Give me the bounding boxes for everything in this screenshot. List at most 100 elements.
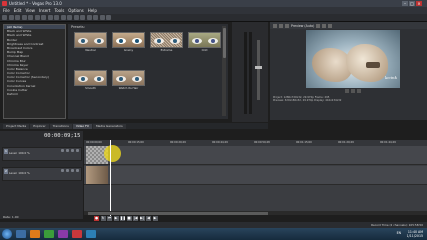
play-icon[interactable]: ▶ bbox=[113, 216, 119, 221]
track-fx-icon[interactable] bbox=[71, 169, 74, 172]
menu-edit[interactable]: Edit bbox=[14, 8, 22, 13]
overlays-icon[interactable] bbox=[316, 23, 321, 28]
preview-quality[interactable]: Preview (Auto) bbox=[291, 24, 314, 28]
menu-help[interactable]: Help bbox=[88, 8, 97, 13]
main-toolbar bbox=[0, 14, 427, 22]
paste-icon[interactable] bbox=[47, 15, 53, 20]
ripple-edit-icon[interactable] bbox=[106, 15, 111, 20]
close-button[interactable]: × bbox=[416, 1, 422, 6]
selection-tool-icon[interactable] bbox=[80, 15, 85, 20]
save-icon[interactable] bbox=[15, 15, 20, 20]
save-snapshot-icon[interactable] bbox=[328, 23, 333, 28]
record-icon[interactable]: ● bbox=[94, 216, 99, 221]
video-fx-list[interactable]: (All Items) Black and White Black and Wh… bbox=[3, 24, 66, 119]
track-number: 1 bbox=[4, 149, 8, 154]
language-indicator[interactable]: EN bbox=[397, 231, 401, 235]
playhead-cursor[interactable] bbox=[110, 140, 111, 216]
loop-icon[interactable] bbox=[345, 89, 349, 93]
go-to-start-icon[interactable]: |◀ bbox=[133, 216, 138, 221]
track-fx-icon[interactable] bbox=[71, 149, 74, 152]
preset-thumbnail[interactable]: Watch Its Hair bbox=[112, 70, 145, 91]
fx-presets-panel: Presets: Neutral Grainy Extreme Odd Smoo… bbox=[68, 24, 228, 119]
pause-icon[interactable]: ❚❚ bbox=[120, 216, 126, 221]
snapping-icon[interactable] bbox=[93, 15, 98, 20]
loop-playback-icon[interactable]: ↻ bbox=[100, 216, 106, 221]
video-track-lane-1[interactable] bbox=[84, 146, 427, 165]
stop-icon[interactable]: ■ bbox=[126, 216, 132, 221]
start-button[interactable] bbox=[2, 229, 12, 239]
mute-icon[interactable] bbox=[61, 149, 64, 152]
play-from-start-icon[interactable]: ⏮ bbox=[107, 216, 112, 221]
transport-bar: ● ↻ ⏮ ▶ ❚❚ ■ |◀ ▶| ◀ ▶ bbox=[84, 215, 427, 222]
master-fader-handle[interactable] bbox=[255, 66, 262, 69]
tab-project-media[interactable]: Project Media bbox=[3, 124, 30, 129]
next-frame-icon[interactable]: ▶ bbox=[152, 216, 158, 221]
video-track-lane-2[interactable] bbox=[84, 166, 427, 185]
undo-icon[interactable] bbox=[54, 15, 59, 20]
media-taskbar-icon[interactable] bbox=[44, 230, 54, 238]
open-icon[interactable] bbox=[8, 15, 14, 20]
preset-thumbnail[interactable]: Grainy bbox=[112, 32, 145, 53]
solo-icon[interactable] bbox=[66, 149, 69, 152]
mouse-cursor-highlight bbox=[104, 145, 121, 162]
edit-tool-icon[interactable] bbox=[67, 15, 72, 20]
autocrossfade-icon[interactable] bbox=[99, 15, 105, 20]
master-fader-track[interactable] bbox=[257, 40, 260, 100]
system-clock[interactable]: 11:40 AM 1/11/2015 bbox=[407, 230, 423, 238]
new-project-icon[interactable] bbox=[2, 15, 7, 20]
track-motion-icon[interactable] bbox=[76, 169, 79, 172]
properties-icon[interactable] bbox=[28, 15, 33, 20]
track-level[interactable]: Level: 100.0 % bbox=[9, 151, 30, 155]
split-screen-icon[interactable] bbox=[285, 23, 289, 28]
preset-thumbnail[interactable]: Neutral bbox=[74, 32, 107, 53]
record-time: Record Time (2 channels): 105:58:50 bbox=[371, 223, 423, 227]
go-to-end-icon[interactable]: ▶| bbox=[139, 216, 145, 221]
track-level[interactable]: Level: 100.0 % bbox=[9, 171, 30, 175]
tab-media-generators[interactable]: Media Generators bbox=[92, 124, 126, 129]
menu-tools[interactable]: Tools bbox=[54, 8, 64, 13]
preset-image bbox=[188, 32, 221, 48]
external-monitor-icon[interactable] bbox=[279, 23, 283, 28]
timeline-tracks[interactable] bbox=[84, 146, 427, 214]
play-icon[interactable] bbox=[351, 89, 355, 93]
track-header-video-1[interactable]: 1 Level: 100.0 % bbox=[2, 147, 82, 161]
tab-transitions[interactable]: Transitions bbox=[49, 124, 72, 129]
cut-icon[interactable] bbox=[34, 15, 40, 20]
render-icon[interactable] bbox=[21, 15, 27, 20]
tab-video-fx[interactable]: Video FX bbox=[72, 124, 92, 129]
browser-taskbar-icon[interactable] bbox=[30, 230, 40, 238]
preset-label: Neutral bbox=[85, 48, 96, 52]
explorer-taskbar-icon[interactable] bbox=[16, 230, 26, 238]
fx-list-item[interactable]: Deform bbox=[4, 92, 65, 96]
zoom-tool-icon[interactable] bbox=[86, 15, 92, 20]
previous-frame-icon[interactable]: ◀ bbox=[146, 216, 151, 221]
preset-thumbnail[interactable]: Extreme bbox=[150, 32, 183, 53]
app-taskbar-icon[interactable] bbox=[58, 230, 68, 238]
presets-scrollbar[interactable] bbox=[222, 26, 226, 116]
menu-view[interactable]: View bbox=[25, 8, 35, 13]
preset-thumbnail[interactable]: Odd bbox=[188, 32, 221, 53]
maximize-button[interactable]: □ bbox=[409, 1, 415, 6]
menu-options[interactable]: Options bbox=[68, 8, 83, 13]
mute-icon[interactable] bbox=[61, 169, 64, 172]
tab-explorer[interactable]: Explorer bbox=[30, 124, 49, 129]
preview-info: Project: 1280x720x32, 29.970p Frame: 295… bbox=[273, 96, 423, 103]
preset-thumbnail[interactable]: Smooth bbox=[74, 70, 107, 91]
video-clip[interactable] bbox=[86, 166, 108, 184]
minimize-button[interactable]: – bbox=[402, 1, 408, 6]
track-motion-icon[interactable] bbox=[76, 149, 79, 152]
redo-icon[interactable] bbox=[60, 15, 66, 20]
copy-snapshot-icon[interactable] bbox=[322, 23, 327, 28]
stop-icon[interactable] bbox=[357, 89, 361, 93]
preview-properties-icon[interactable] bbox=[273, 23, 277, 28]
vegas-taskbar-icon[interactable] bbox=[72, 230, 82, 238]
copy-icon[interactable] bbox=[41, 15, 46, 20]
menu-insert[interactable]: Insert bbox=[39, 8, 50, 13]
envelope-tool-icon[interactable] bbox=[73, 15, 79, 20]
preset-label: Extreme bbox=[160, 48, 173, 52]
menu-file[interactable]: File bbox=[3, 8, 10, 13]
track-header-video-2[interactable]: 2 Level: 100.0 % bbox=[2, 167, 82, 181]
app-taskbar-icon[interactable] bbox=[86, 230, 96, 238]
solo-icon[interactable] bbox=[66, 169, 69, 172]
preset-label: Grainy bbox=[123, 48, 134, 52]
